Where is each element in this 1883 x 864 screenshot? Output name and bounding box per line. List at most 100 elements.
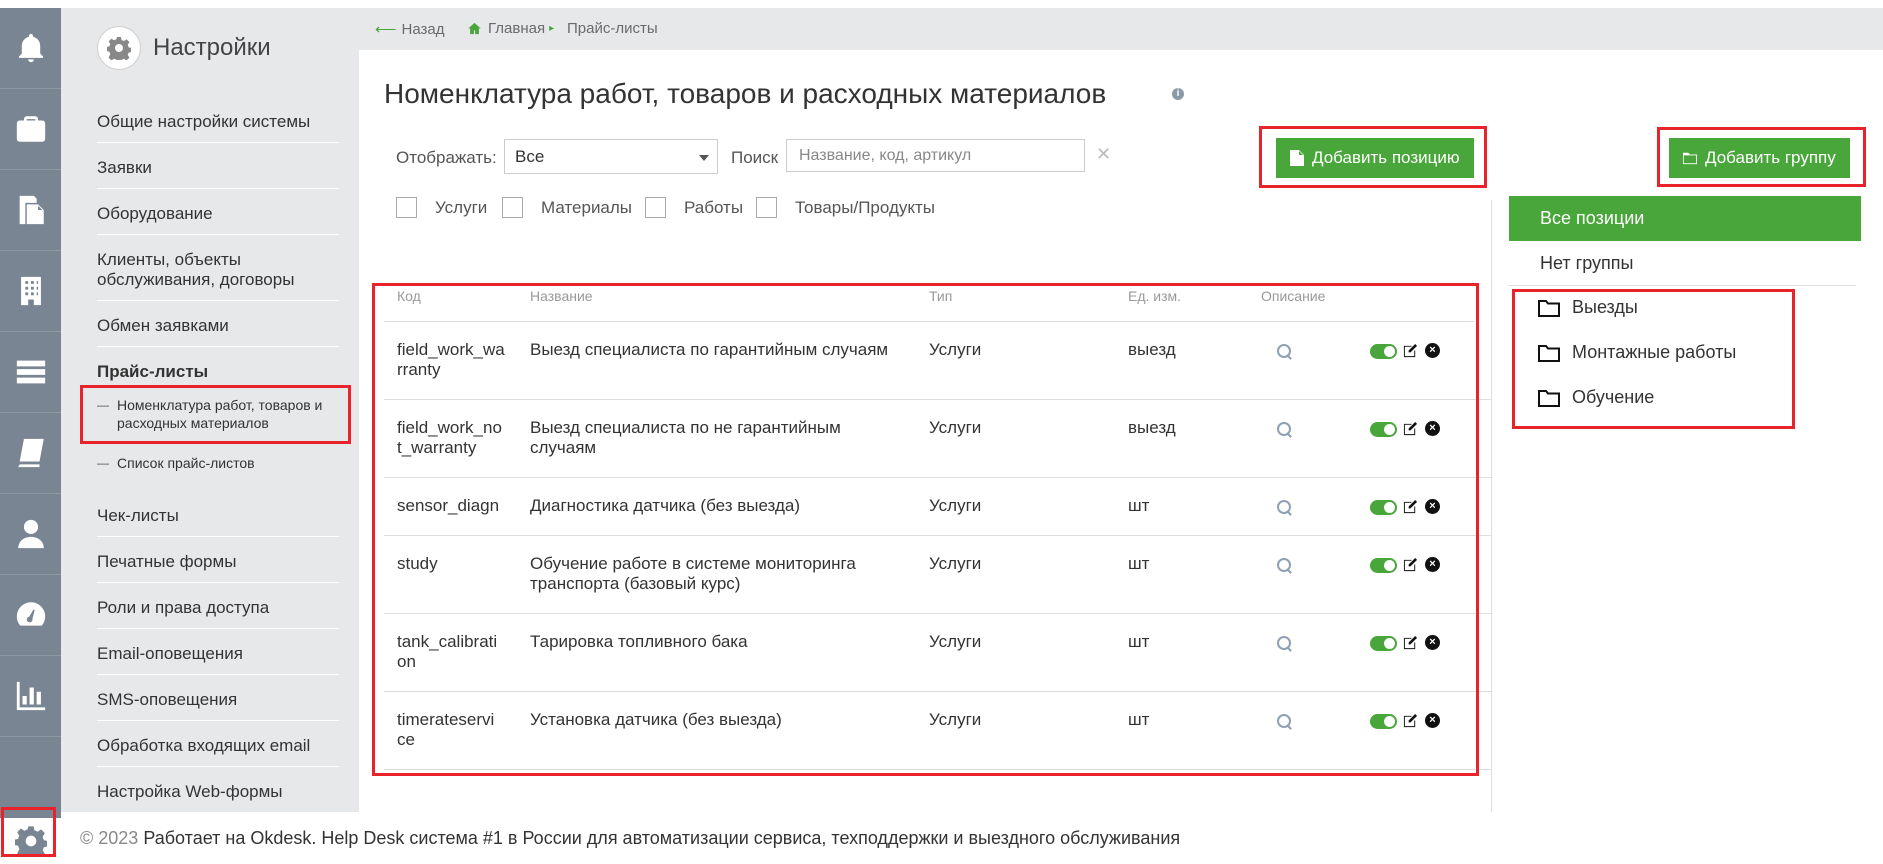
menu-item-equipment[interactable]: Оборудование: [97, 194, 339, 235]
zoom-icon[interactable]: [1277, 500, 1293, 516]
checkbox[interactable]: [645, 197, 666, 218]
table-row[interactable]: field_work_wa rranty Выезд специалиста по…: [384, 322, 1492, 400]
menu-item-clients[interactable]: Клиенты, объекты обслуживания, договоры: [97, 240, 339, 301]
group-folder-trips[interactable]: Выезды: [1538, 297, 1638, 318]
edit-icon[interactable]: [1403, 421, 1418, 436]
sub-item-nomenclature[interactable]: Номенклатура работ, товаров и расходных …: [97, 396, 339, 432]
cell-type: Услуги: [929, 418, 982, 437]
header-description: Описание: [1261, 288, 1326, 304]
filter-materials-label: Материалы: [541, 197, 633, 217]
cell-type: Услуги: [929, 710, 982, 729]
delete-icon[interactable]: ×: [1425, 635, 1440, 650]
display-select[interactable]: Все: [504, 139, 718, 174]
footer-copyright: © 2023: [80, 828, 139, 848]
cell-unit: шт: [1128, 554, 1150, 573]
footer: © 2023 Работает на Okdesk. Help Desk сис…: [80, 828, 1180, 849]
delete-icon[interactable]: ×: [1425, 557, 1440, 572]
menu-item-print-forms[interactable]: Печатные формы: [97, 542, 339, 583]
search-input[interactable]: [786, 139, 1085, 172]
delete-icon[interactable]: ×: [1425, 499, 1440, 514]
group-no-group[interactable]: Нет группы: [1509, 241, 1856, 286]
menu-item-price-lists[interactable]: Прайс-листы: [97, 352, 339, 392]
group-folder-installation[interactable]: Монтажные работы: [1538, 342, 1736, 363]
filter-goods[interactable]: Товары/Продукты: [756, 197, 935, 218]
zoom-icon[interactable]: [1277, 636, 1293, 652]
page-title: Номенклатура работ, товаров и расходных …: [384, 78, 1107, 109]
group-folder-training[interactable]: Обучение: [1538, 387, 1654, 408]
checkbox[interactable]: [396, 197, 417, 218]
briefcase-icon[interactable]: [0, 89, 61, 170]
table-row[interactable]: timerateservi ce Установка датчика (без в…: [384, 692, 1492, 770]
active-toggle[interactable]: [1370, 636, 1397, 651]
edit-icon[interactable]: [1403, 343, 1418, 358]
chart-icon[interactable]: [0, 656, 61, 737]
cell-name: Тарировка топливного бака: [530, 632, 748, 651]
delete-icon[interactable]: ×: [1425, 421, 1440, 436]
group-all-positions[interactable]: Все позиции: [1509, 196, 1861, 241]
edit-icon[interactable]: [1403, 499, 1418, 514]
cell-unit: шт: [1128, 496, 1150, 515]
left-rail: [0, 8, 61, 864]
bell-icon[interactable]: [0, 8, 61, 89]
zoom-icon[interactable]: [1277, 344, 1293, 360]
menu-item-general[interactable]: Общие настройки системы: [97, 102, 339, 143]
cell-name: Выезд специалиста по не гарантийным случа…: [530, 418, 841, 457]
delete-icon[interactable]: ×: [1425, 343, 1440, 358]
dashboard-icon[interactable]: [0, 575, 61, 656]
cell-type: Услуги: [929, 554, 982, 573]
edit-icon[interactable]: [1403, 635, 1418, 650]
checkbox[interactable]: [502, 197, 523, 218]
cell-unit: шт: [1128, 632, 1150, 651]
edit-icon[interactable]: [1403, 713, 1418, 728]
table-row[interactable]: field_work_no t_warranty Выезд специалист…: [384, 400, 1492, 478]
zoom-icon[interactable]: [1277, 714, 1293, 730]
edit-icon[interactable]: [1403, 557, 1418, 572]
menu-item-exchange[interactable]: Обмен заявками: [97, 306, 339, 347]
table-row[interactable]: sensor_diagn Диагностика датчика (без вы…: [384, 478, 1492, 536]
cell-name: Установка датчика (без выезда): [530, 710, 782, 729]
active-toggle[interactable]: [1370, 422, 1397, 437]
footer-text: Работает на Okdesk. Help Desk система #1…: [143, 828, 1181, 848]
menu-item-checklists[interactable]: Чек-листы: [97, 496, 339, 537]
cell-type: Услуги: [929, 340, 982, 359]
active-toggle[interactable]: [1370, 344, 1397, 359]
building-icon[interactable]: [0, 251, 61, 332]
add-position-button[interactable]: Добавить позицию: [1276, 138, 1474, 178]
filter-materials[interactable]: Материалы: [502, 197, 632, 218]
active-toggle[interactable]: [1370, 558, 1397, 573]
add-group-button[interactable]: Добавить группу: [1669, 138, 1850, 178]
folder-icon: [1538, 299, 1560, 317]
delete-icon[interactable]: ×: [1425, 713, 1440, 728]
chevron-right-icon: ▸: [549, 23, 555, 34]
filter-services[interactable]: Услуги: [396, 197, 487, 218]
zoom-icon[interactable]: [1277, 558, 1293, 574]
back-label: Назад: [401, 20, 445, 38]
zoom-icon[interactable]: [1277, 422, 1293, 438]
home-link[interactable]: Главная ▸: [467, 20, 554, 37]
table-row[interactable]: study Обучение работе в системе монитори…: [384, 536, 1492, 614]
info-icon[interactable]: i: [1172, 88, 1184, 100]
back-link[interactable]: ⟵ Назад: [375, 20, 445, 39]
active-toggle[interactable]: [1370, 714, 1397, 729]
menu-item-web-form[interactable]: Настройка Web-формы: [97, 772, 339, 813]
home-icon: [468, 22, 481, 35]
menu-item-roles[interactable]: Роли и права доступа: [97, 588, 339, 629]
menu-item-email-notify[interactable]: Email-оповещения: [97, 634, 339, 675]
search-label: Поиск: [731, 148, 779, 167]
filter-works[interactable]: Работы: [645, 197, 743, 218]
book-icon[interactable]: [0, 413, 61, 494]
documents-icon[interactable]: [0, 170, 61, 251]
list-icon[interactable]: [0, 332, 61, 413]
cell-type: Услуги: [929, 632, 982, 651]
active-toggle[interactable]: [1370, 500, 1397, 515]
sub-item-price-list[interactable]: Список прайс-листов: [97, 454, 339, 472]
menu-item-sms-notify[interactable]: SMS-оповещения: [97, 680, 339, 721]
gear-icon[interactable]: [0, 818, 61, 864]
checkbox[interactable]: [756, 197, 777, 218]
menu-item-incoming-email[interactable]: Обработка входящих email: [97, 726, 339, 767]
table-row[interactable]: tank_calibrati on Тарировка топливного ба…: [384, 614, 1492, 692]
group-folder-label: Монтажные работы: [1572, 342, 1737, 362]
menu-item-requests[interactable]: Заявки: [97, 148, 339, 189]
clear-search-icon[interactable]: ✕: [1096, 144, 1111, 165]
user-icon[interactable]: [0, 494, 61, 575]
